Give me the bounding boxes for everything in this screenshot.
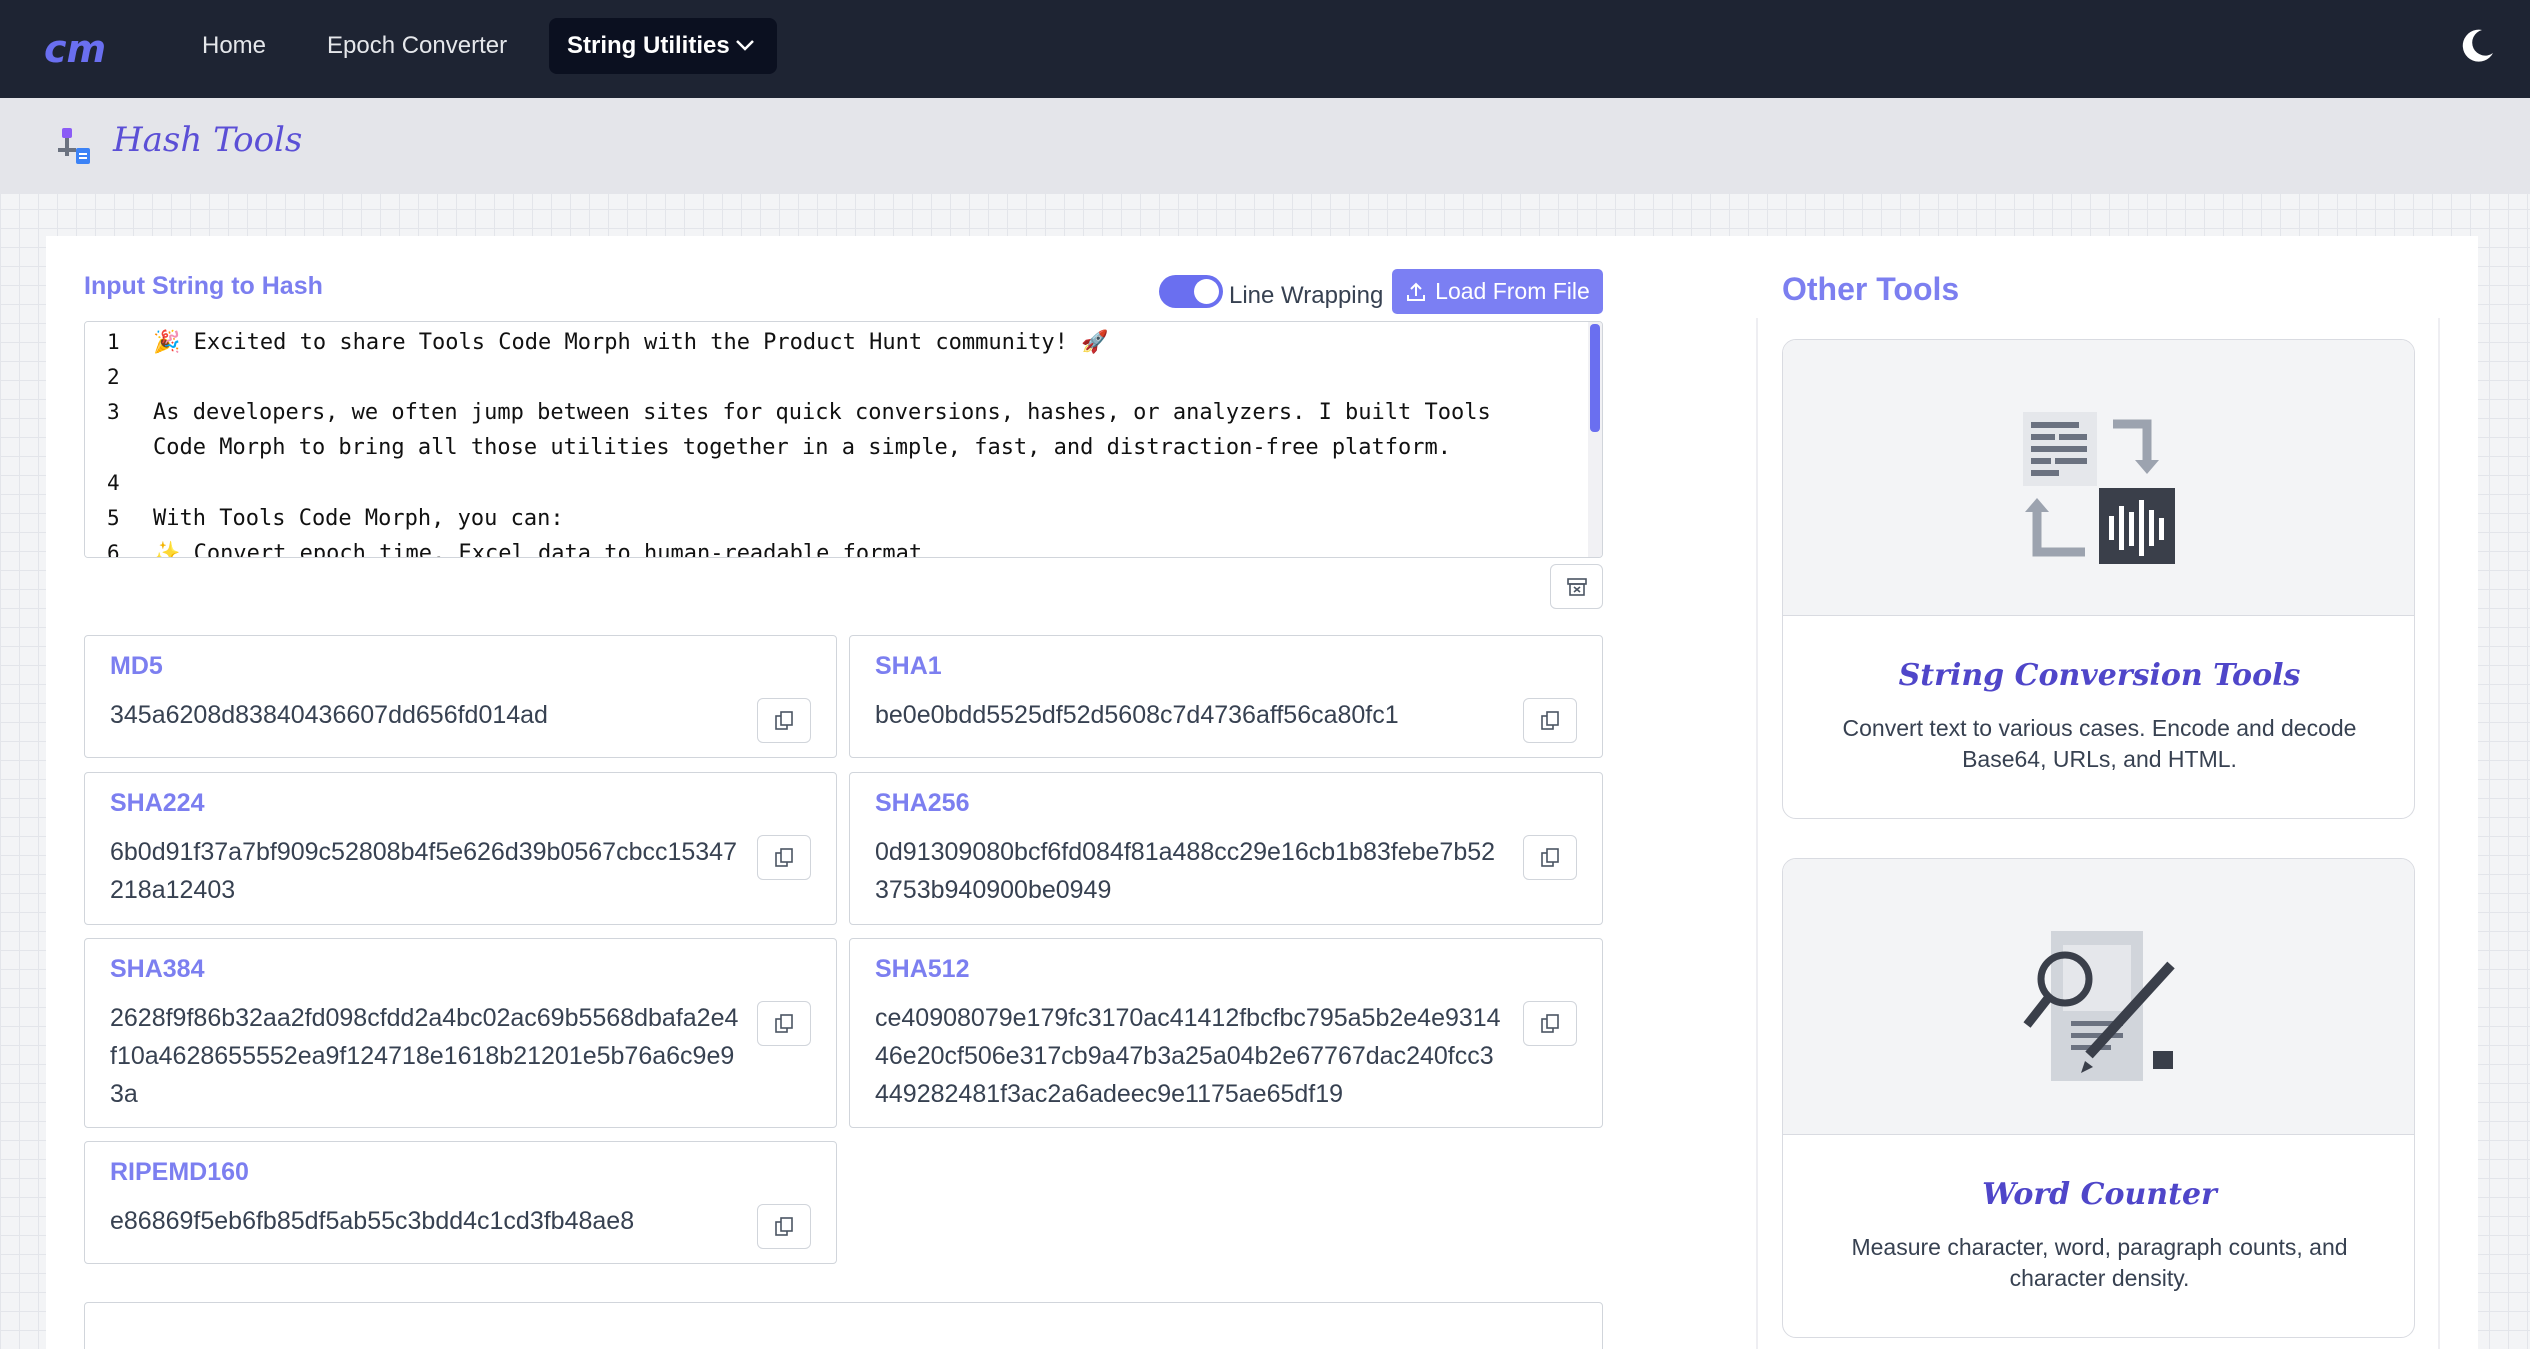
hash-name: SHA224 [110, 789, 205, 817]
copy-icon [775, 710, 793, 730]
editor-line: 🎉 Excited to share Tools Code Morph with… [153, 330, 1109, 355]
code-morph-logo[interactable]: cm [44, 26, 120, 70]
line-wrapping-toggle[interactable] [1159, 275, 1223, 308]
line-number: 3 [107, 400, 120, 424]
svg-text:cm: cm [44, 27, 106, 70]
hash-card-sha224: SHA224 6b0d91f37a7bf909c52808b4f5e626d39… [84, 772, 837, 925]
copy-icon [1541, 710, 1559, 730]
line-number: 4 [107, 471, 120, 495]
document-magnifier-icon [2023, 931, 2175, 1081]
page-header: Hash Tools [0, 98, 2530, 194]
hash-tools-icon [58, 128, 90, 164]
dark-mode-moon-icon[interactable] [2458, 27, 2496, 65]
load-from-file-label: Load From File [1435, 278, 1590, 304]
editor-scrollbar[interactable] [1588, 322, 1602, 557]
editor-line: With Tools Code Morph, you can: [153, 506, 564, 531]
toggle-knob [1194, 279, 1219, 304]
text-conversion-icon [2023, 412, 2175, 564]
copy-sha224-button[interactable] [757, 835, 811, 880]
hash-value[interactable]: e86869f5eb6fb85df5ab55c3bdd4c1cd3fb48ae8 [110, 1202, 740, 1240]
hash-card-sha384: SHA384 2628f9f86b32aa2fd098cfdd2a4bc02ac… [84, 938, 837, 1128]
copy-icon [775, 1013, 793, 1033]
hash-card-sha1: SHA1 be0e0bdd5525df52d5608c7d4736aff56ca… [849, 635, 1603, 758]
hash-name: SHA1 [875, 652, 942, 680]
archive-clear-icon [1566, 577, 1587, 596]
tool-card-description: Measure character, word, paragraph count… [1851, 1234, 2348, 1291]
editor-line: Code Morph to bring all those utilities … [153, 435, 1452, 460]
top-navbar: cm Home Epoch Converter String Utilities [0, 0, 2530, 98]
nav-home-link[interactable]: Home [184, 18, 284, 74]
hash-value[interactable]: be0e0bdd5525df52d5608c7d4736aff56ca80fc1 [875, 696, 1505, 734]
copy-md5-button[interactable] [757, 698, 811, 743]
hash-card-md5: MD5 345a6208d83840436607dd656fd014ad [84, 635, 837, 758]
tool-card-title[interactable]: String Conversion Tools [1783, 658, 2414, 693]
additional-card [84, 1302, 1603, 1349]
other-tools-title: Other Tools [1782, 271, 1960, 307]
input-label: Input String to Hash [84, 272, 323, 300]
copy-sha256-button[interactable] [1523, 835, 1577, 880]
line-number: 5 [107, 506, 120, 530]
line-number-gutter: 1 2 3 4 5 6 [85, 322, 137, 558]
copy-sha512-button[interactable] [1523, 1001, 1577, 1046]
copy-ripemd160-button[interactable] [757, 1204, 811, 1249]
hash-name: RIPEMD160 [110, 1158, 249, 1186]
copy-icon [775, 847, 793, 867]
tool-card-image [1783, 859, 2414, 1135]
hash-value[interactable]: ce40908079e179fc3170ac41412fbcfbc795a5b2… [875, 999, 1505, 1113]
hash-name: SHA512 [875, 955, 970, 983]
tool-card-image [1783, 340, 2414, 616]
hash-card-sha512: SHA512 ce40908079e179fc3170ac41412fbcfbc… [849, 938, 1603, 1128]
chevron-down-icon [736, 40, 754, 51]
hash-value[interactable]: 6b0d91f37a7bf909c52808b4f5e626d39b0567cb… [110, 833, 740, 909]
nav-string-utilities-label: String Utilities [567, 32, 730, 59]
copy-sha1-button[interactable] [1523, 698, 1577, 743]
copy-icon [1541, 1013, 1559, 1033]
sidebar-divider [2438, 318, 2440, 1349]
clear-input-button[interactable] [1550, 564, 1603, 609]
editor-line: ✨ Convert epoch time, Excel data to huma… [153, 541, 923, 558]
copy-icon [1541, 847, 1559, 867]
nav-string-utilities-dropdown[interactable]: String Utilities [549, 18, 777, 74]
hash-name: MD5 [110, 652, 163, 680]
hash-value[interactable]: 0d91309080bcf6fd084f81a488cc29e16cb1b83f… [875, 833, 1505, 909]
copy-icon [775, 1216, 793, 1236]
load-from-file-button[interactable]: Load From File [1392, 269, 1603, 314]
tool-card-title[interactable]: Word Counter [1783, 1177, 2414, 1212]
tool-card-string-conversion[interactable]: String Conversion Tools Convert text to … [1782, 339, 2415, 819]
hash-value[interactable]: 345a6208d83840436607dd656fd014ad [110, 696, 740, 734]
line-number: 1 [107, 330, 120, 354]
copy-sha384-button[interactable] [757, 1001, 811, 1046]
upload-icon [1407, 282, 1426, 301]
hash-name: SHA384 [110, 955, 205, 983]
editor-line: As developers, we often jump between sit… [153, 400, 1491, 425]
hash-card-sha256: SHA256 0d91309080bcf6fd084f81a488cc29e16… [849, 772, 1603, 925]
editor-scroll-thumb[interactable] [1590, 324, 1600, 432]
hash-name: SHA256 [875, 789, 970, 817]
line-number: 6 [107, 541, 120, 558]
line-wrapping-label: Line Wrapping [1229, 282, 1384, 309]
page-title: Hash Tools [113, 120, 303, 160]
sidebar-divider [1756, 318, 1758, 1349]
tool-card-description: Convert text to various cases. Encode an… [1842, 715, 2357, 772]
hash-value[interactable]: 2628f9f86b32aa2fd098cfdd2a4bc02ac69b5568… [110, 999, 740, 1113]
hash-card-ripemd160: RIPEMD160 e86869f5eb6fb85df5ab55c3bdd4c1… [84, 1141, 837, 1264]
line-number: 2 [107, 365, 120, 389]
input-string-editor[interactable]: 1 2 3 4 5 6 🎉 Excited to share Tools Cod… [84, 321, 1603, 558]
tool-card-word-counter[interactable]: Word Counter Measure character, word, pa… [1782, 858, 2415, 1338]
nav-epoch-converter-link[interactable]: Epoch Converter [309, 18, 525, 74]
